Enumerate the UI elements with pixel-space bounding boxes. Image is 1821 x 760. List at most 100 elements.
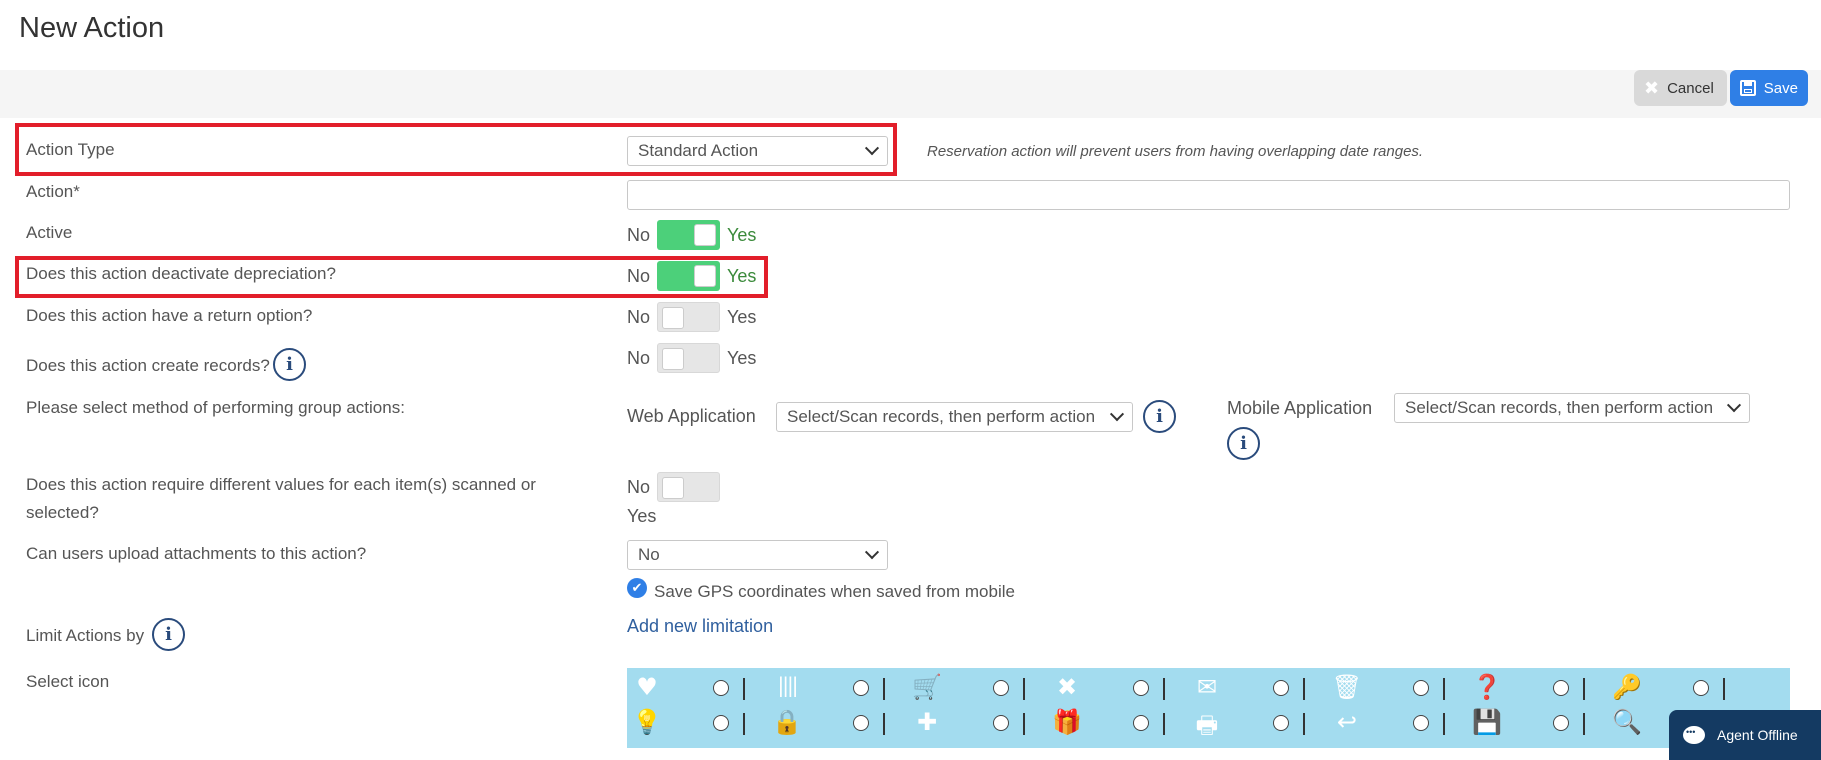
icon-radio[interactable] xyxy=(1273,715,1289,731)
chevron-down-icon xyxy=(1726,398,1742,413)
save-button[interactable]: Save xyxy=(1730,70,1808,106)
deactivate-depreciation-yes-label: Yes xyxy=(727,265,757,286)
web-application-label: Web Application xyxy=(627,406,756,426)
deactivate-depreciation-toggle[interactable] xyxy=(657,261,721,291)
envelope-icon[interactable]: ✉ xyxy=(1191,673,1223,701)
action-input[interactable] xyxy=(627,180,1790,210)
icon-separator xyxy=(1023,678,1025,700)
chat-widget[interactable]: Agent Offline xyxy=(1669,710,1821,760)
printer-icon[interactable]: 🖶 xyxy=(1191,708,1223,749)
different-values-label-line1: Does this action require different value… xyxy=(26,475,536,494)
create-records-label: Does this action create records? xyxy=(26,356,270,375)
toolbar xyxy=(0,70,1821,118)
checkmark-icon: ✔ xyxy=(631,580,643,595)
undo-icon[interactable]: ↩ xyxy=(1331,708,1363,736)
key-icon[interactable]: 🔑 xyxy=(1611,673,1643,701)
icon-radio[interactable] xyxy=(1693,680,1709,696)
action-label: Action* xyxy=(26,182,80,201)
active-toggle[interactable] xyxy=(657,220,721,250)
icon-separator xyxy=(743,713,745,735)
icon-radio[interactable] xyxy=(1133,715,1149,731)
icon-separator xyxy=(883,678,885,700)
active-no-label: No xyxy=(627,224,651,245)
icon-radio[interactable] xyxy=(1273,680,1289,696)
floppy-disk-icon xyxy=(1740,80,1756,96)
icon-separator xyxy=(743,678,745,700)
action-type-label: Action Type xyxy=(26,140,115,159)
different-values-yes-label: Yes xyxy=(627,506,657,526)
icon-radio[interactable] xyxy=(1553,715,1569,731)
select-icon-label: Select icon xyxy=(26,672,110,691)
trash-icon[interactable]: 🗑 xyxy=(1331,673,1363,701)
icon-separator xyxy=(1303,678,1305,700)
icon-separator xyxy=(1723,678,1725,700)
chat-bubble-icon xyxy=(1683,726,1705,744)
icon-radio[interactable] xyxy=(853,715,869,731)
floppy-disk-icon[interactable]: 💾 xyxy=(1471,708,1503,736)
lock-icon[interactable]: 🔒 xyxy=(771,708,803,736)
action-type-select[interactable]: Standard Action xyxy=(627,136,888,166)
attachments-value: No xyxy=(638,545,660,564)
attachments-select[interactable]: No xyxy=(627,540,888,570)
icon-separator xyxy=(1023,713,1025,735)
create-records-yes-label: Yes xyxy=(727,347,757,368)
web-application-select[interactable]: Select/Scan records, then perform action xyxy=(776,402,1133,432)
different-values-toggle-row: No xyxy=(627,472,721,502)
icon-radio[interactable] xyxy=(993,680,1009,696)
web-application-value: Select/Scan records, then perform action xyxy=(787,407,1096,426)
return-option-label: Does this action have a return option? xyxy=(26,306,313,325)
heart-icon[interactable]: ♥ xyxy=(631,673,663,701)
deactivate-depreciation-no-label: No xyxy=(627,265,651,286)
info-icon[interactable]: i xyxy=(152,618,185,651)
question-circle-icon[interactable]: ❓ xyxy=(1471,673,1503,701)
icon-separator xyxy=(1583,713,1585,735)
lightbulb-icon[interactable]: 💡 xyxy=(631,708,663,736)
info-icon[interactable]: i xyxy=(1143,400,1176,433)
icon-radio[interactable] xyxy=(1133,680,1149,696)
icon-radio[interactable] xyxy=(993,715,1009,731)
icon-separator xyxy=(1163,678,1165,700)
gift-icon[interactable]: 🎁 xyxy=(1051,708,1083,736)
info-icon[interactable]: i xyxy=(1227,427,1260,460)
icon-separator xyxy=(883,713,885,735)
chevron-down-icon xyxy=(864,141,880,156)
barcode-icon[interactable]: |||| xyxy=(771,673,803,697)
cart-icon[interactable]: 🛒 xyxy=(911,673,943,701)
gps-checkbox[interactable]: ✔ xyxy=(627,578,647,598)
deactivate-depreciation-label: Does this action deactivate depreciation… xyxy=(26,264,336,283)
icon-separator xyxy=(1303,713,1305,735)
icon-radio[interactable] xyxy=(713,715,729,731)
icon-radio[interactable] xyxy=(1413,680,1429,696)
icon-radio[interactable] xyxy=(713,680,729,696)
active-toggle-row: No Yes xyxy=(627,220,756,250)
icon-radio[interactable] xyxy=(853,680,869,696)
active-label: Active xyxy=(26,223,73,242)
icon-radio[interactable] xyxy=(1413,715,1429,731)
search-icon[interactable]: 🔍 xyxy=(1611,708,1643,736)
chevron-down-icon xyxy=(864,545,880,560)
icon-separator xyxy=(1163,713,1165,735)
plus-icon[interactable]: ✚ xyxy=(911,708,943,736)
page-title: New Action xyxy=(19,12,165,44)
close-x-icon[interactable]: ✖ xyxy=(1051,673,1083,701)
action-type-value: Standard Action xyxy=(638,141,759,160)
mobile-application-label: Mobile Application xyxy=(1227,398,1373,418)
return-option-toggle[interactable] xyxy=(657,302,721,332)
attachments-label: Can users upload attachments to this act… xyxy=(26,544,367,563)
return-option-yes-label: Yes xyxy=(727,306,757,327)
create-records-no-label: No xyxy=(627,347,651,368)
action-type-hint: Reservation action will prevent users fr… xyxy=(927,143,1424,160)
cancel-button[interactable]: ✖ Cancel xyxy=(1634,70,1727,106)
icon-picker-panel: ♥ |||| 🛒 ✖ ✉ 🗑 ❓ 🔑 💡 🔒 ✚ 🎁 🖶 ↩ 💾 🔍 xyxy=(627,668,1790,748)
close-icon: ✖ xyxy=(1644,77,1660,98)
chevron-down-icon xyxy=(1109,407,1125,422)
info-icon[interactable]: i xyxy=(273,348,306,381)
mobile-application-select[interactable]: Select/Scan records, then perform action xyxy=(1394,393,1750,423)
mobile-application-value: Select/Scan records, then perform action xyxy=(1405,398,1714,417)
icon-radio[interactable] xyxy=(1553,680,1569,696)
save-button-label: Save xyxy=(1763,79,1798,97)
create-records-toggle[interactable] xyxy=(657,343,721,373)
add-new-limitation-link[interactable]: Add new limitation xyxy=(627,616,773,637)
icon-separator xyxy=(1443,713,1445,735)
different-values-toggle[interactable] xyxy=(657,472,721,502)
